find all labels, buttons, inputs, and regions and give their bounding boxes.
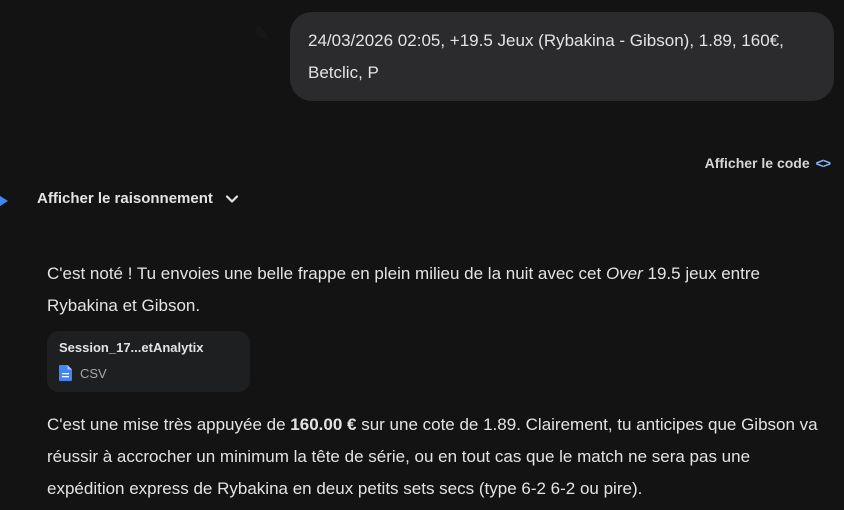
attachment-name: Session_17...etAnalytix (59, 340, 204, 355)
chat-page: ✎ 24/03/2026 02:05, +19.5 Jeux (Rybakina… (0, 0, 844, 510)
show-code-button[interactable]: Afficher le code <> (704, 155, 831, 171)
attachment-type: CSV (80, 365, 107, 381)
show-reasoning-toggle[interactable]: Afficher le raisonnement (37, 190, 239, 207)
document-icon (59, 365, 72, 381)
sparkle-icon (0, 195, 8, 207)
user-message-line1: 24/03/2026 02:05, +19.5 Jeux (Rybakina -… (308, 31, 784, 50)
attachment-card[interactable]: Session_17...etAnalytix CSV (47, 331, 250, 392)
para2-bold-amount: 160.00 € (290, 415, 357, 434)
user-message-line2: Betclic, P (308, 63, 379, 82)
show-code-label: Afficher le code (704, 155, 810, 171)
para2-text-start: C'est une mise très appuyée de (47, 415, 291, 434)
para1-italic: Over (605, 264, 643, 283)
show-reasoning-label: Afficher le raisonnement (37, 190, 213, 207)
edit-icon[interactable]: ✎ (254, 24, 272, 44)
para1-text-start: C'est noté ! Tu envoies une belle frappe… (47, 264, 606, 283)
code-icon: <> (815, 155, 831, 171)
user-message-bubble: 24/03/2026 02:05, +19.5 Jeux (Rybakina -… (290, 12, 834, 101)
response-paragraph-1: C'est noté ! Tu envoies une belle frappe… (47, 258, 832, 322)
response-paragraph-2: C'est une mise très appuyée de 160.00 € … (47, 409, 832, 505)
chevron-down-icon (225, 194, 238, 203)
